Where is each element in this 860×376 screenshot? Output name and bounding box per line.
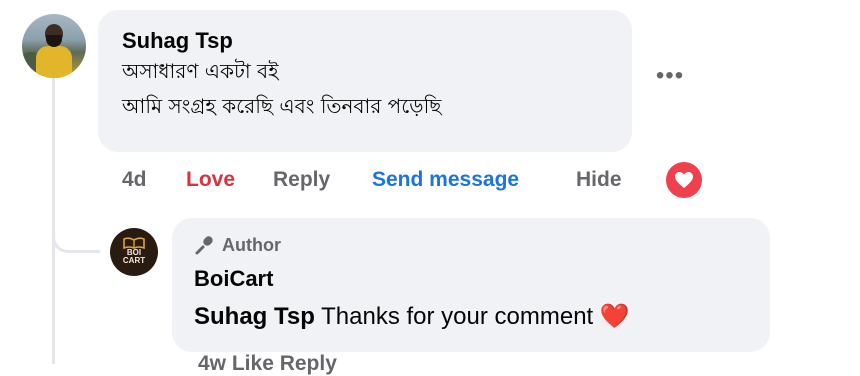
reply-author-name[interactable]: BoiCart <box>194 266 770 292</box>
reply-message: Thanks for your comment <box>314 303 600 330</box>
comment-bubble: Suhag Tsp অসাধারণ একটা বই আমি সংগ্রহ করে… <box>98 10 632 152</box>
page-avatar-logo-text: BOI CART <box>122 248 146 265</box>
microphone-icon <box>195 236 213 255</box>
love-button[interactable]: Love <box>186 168 235 192</box>
heart-icon <box>675 172 693 188</box>
send-message-button[interactable]: Send message <box>372 168 519 192</box>
more-options-button[interactable]: ••• <box>652 64 688 94</box>
thread-connector <box>52 215 100 253</box>
reply-actions-partial: 4w Like Reply <box>198 352 337 375</box>
timestamp-link[interactable]: 4d <box>122 168 147 192</box>
hide-button[interactable]: Hide <box>576 168 622 192</box>
comment-author-name[interactable]: Suhag Tsp <box>122 28 632 54</box>
avatar[interactable] <box>22 14 86 78</box>
author-badge-label: Author <box>222 234 281 255</box>
comment-text-line-1: অসাধারণ একটা বই <box>122 59 279 83</box>
reply-button[interactable]: Reply <box>273 168 330 192</box>
heart-emoji: ❤️ <box>599 303 630 330</box>
comment-text-line-2: আমি সংগ্রহ করেছি এবং তিনবার পড়েছি <box>122 94 442 118</box>
page-avatar[interactable]: BOI CART <box>110 228 158 276</box>
reaction-badge[interactable] <box>666 162 702 198</box>
reply-bubble: Author BoiCart Suhag Tsp Thanks for your… <box>172 218 770 352</box>
mention-link[interactable]: Suhag Tsp <box>194 303 315 330</box>
author-badge: Author <box>194 234 770 256</box>
reply-text: Suhag Tsp Thanks for your comment ❤️ <box>194 302 770 332</box>
